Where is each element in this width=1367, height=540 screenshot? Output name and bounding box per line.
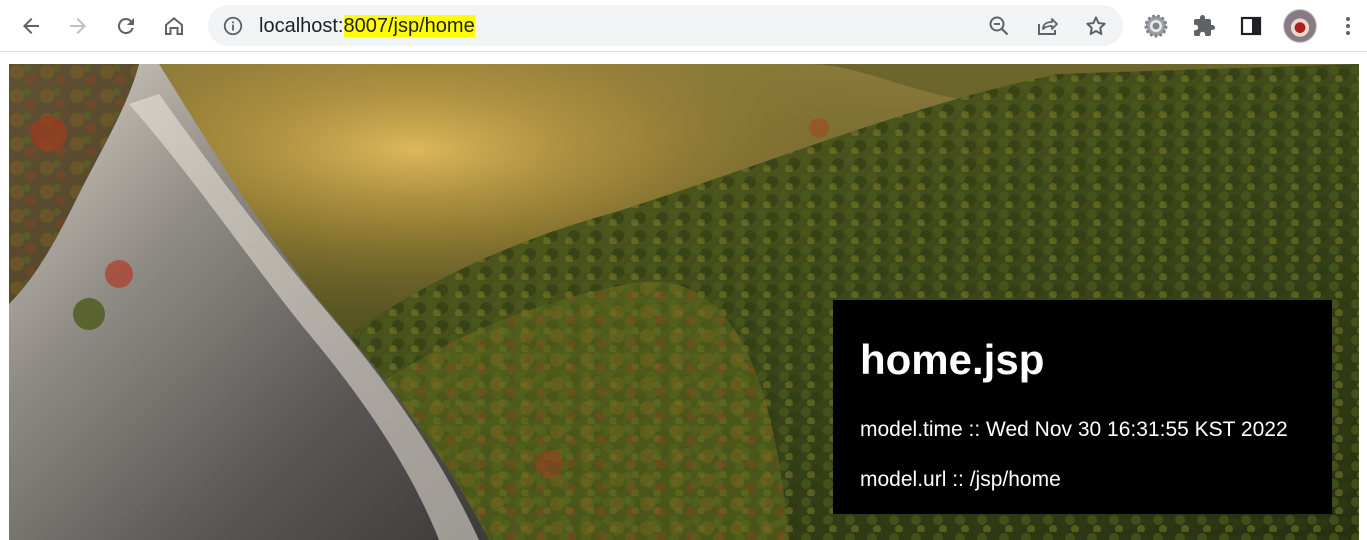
model-info-box: home.jsp model.time :: Wed Nov 30 16:31:… — [833, 300, 1332, 514]
url-highlighted-path: 8007/jsp/home — [343, 15, 475, 37]
model-time-separator: :: — [962, 418, 987, 441]
model-url-separator: :: — [946, 468, 970, 491]
bookmark-button[interactable] — [1081, 11, 1111, 41]
forward-button[interactable] — [60, 8, 96, 44]
model-time-line: model.time :: Wed Nov 30 16:31:55 KST 20… — [860, 417, 1288, 443]
address-bar[interactable]: localhost:8007/jsp/home — [208, 5, 1123, 46]
star-icon — [1086, 16, 1106, 35]
url-host: localhost: — [259, 15, 344, 37]
arrow-left-icon — [23, 18, 39, 34]
gear-icon — [1144, 14, 1168, 38]
share-button[interactable] — [1032, 11, 1062, 41]
extension-button[interactable] — [1138, 8, 1174, 44]
kebab-menu-icon — [1346, 17, 1350, 35]
reload-icon — [117, 17, 134, 34]
arrow-right-icon — [70, 18, 86, 34]
url-text[interactable]: localhost:8007/jsp/home — [259, 14, 475, 38]
extensions-button[interactable] — [1186, 8, 1222, 44]
model-time-value: Wed Nov 30 16:31:55 KST 2022 — [986, 418, 1288, 441]
reload-button[interactable] — [108, 8, 144, 44]
side-panel-icon — [1240, 16, 1262, 36]
info-icon[interactable] — [222, 15, 244, 37]
home-button[interactable] — [156, 8, 192, 44]
page-title: home.jsp — [860, 336, 1045, 383]
home-icon — [165, 17, 183, 35]
menu-button[interactable] — [1330, 8, 1366, 44]
side-panel-button[interactable] — [1233, 8, 1269, 44]
zoom-button[interactable] — [984, 11, 1014, 41]
model-url-value: /jsp/home — [969, 468, 1061, 491]
avatar[interactable] — [1284, 10, 1316, 42]
back-button[interactable] — [13, 8, 49, 44]
browser-toolbar: localhost:8007/jsp/home — [0, 0, 1367, 52]
model-url-label: model.url — [860, 468, 947, 491]
share-icon — [1038, 18, 1058, 35]
model-time-label: model.time — [860, 418, 963, 441]
zoom-out-icon — [989, 16, 1009, 36]
model-url-line: model.url :: /jsp/home — [860, 467, 1061, 493]
puzzle-icon — [1194, 15, 1215, 36]
page-content: home.jsp model.time :: Wed Nov 30 16:31:… — [9, 64, 1359, 540]
